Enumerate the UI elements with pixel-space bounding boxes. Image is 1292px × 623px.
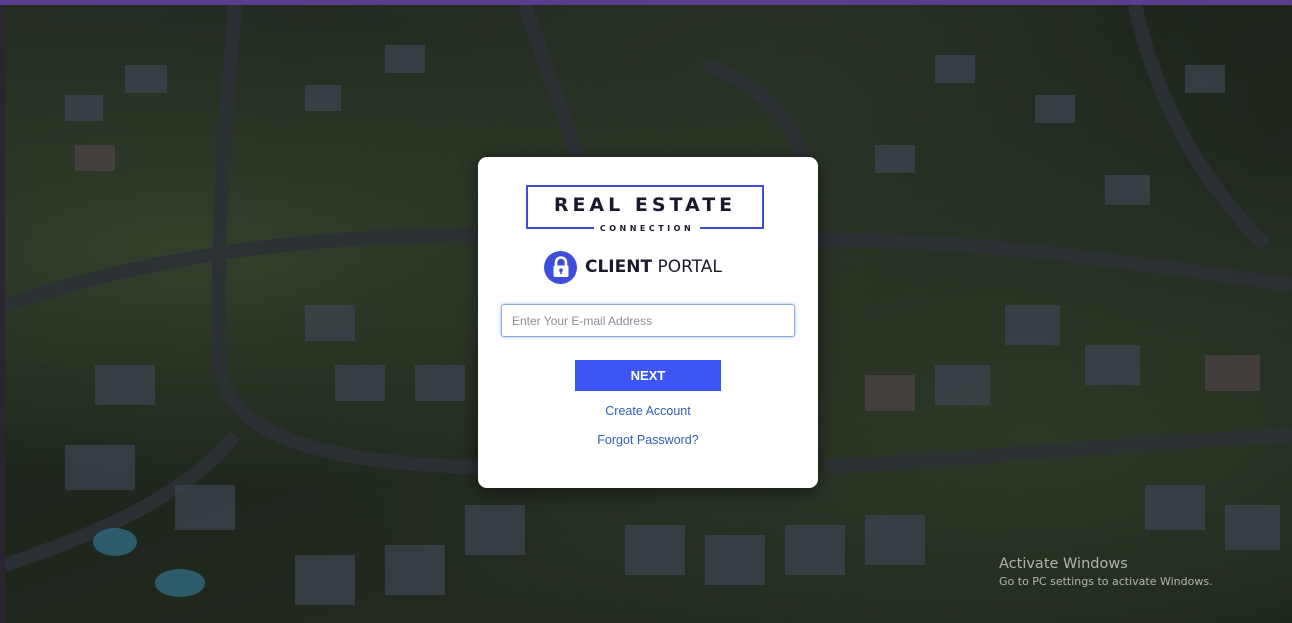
logo: REAL ESTATE CONNECTION: [526, 185, 764, 233]
logo-subtitle: CONNECTION: [593, 223, 701, 233]
logo-title: REAL ESTATE: [553, 194, 737, 216]
next-button[interactable]: NEXT: [575, 360, 721, 391]
activate-windows-title: Activate Windows: [999, 556, 1128, 572]
login-card: REAL ESTATE CONNECTION CLIENT PORTAL NEX…: [478, 157, 818, 488]
forgot-password-link[interactable]: Forgot Password?: [478, 433, 818, 447]
client-portal-heading: CLIENT PORTAL: [544, 250, 722, 284]
lock-icon: [544, 250, 577, 284]
activate-windows-watermark: Activate Windows Go to PC settings to ac…: [999, 556, 1213, 588]
email-input[interactable]: [501, 304, 795, 337]
portal-title: CLIENT PORTAL: [585, 257, 722, 277]
logo-subtitle-wrap: CONNECTION: [525, 221, 769, 235]
portal-title-rest: PORTAL: [652, 257, 722, 277]
portal-title-strong: CLIENT: [585, 257, 653, 277]
activate-windows-subtitle: Go to PC settings to activate Windows.: [999, 575, 1213, 588]
create-account-link[interactable]: Create Account: [478, 404, 818, 418]
